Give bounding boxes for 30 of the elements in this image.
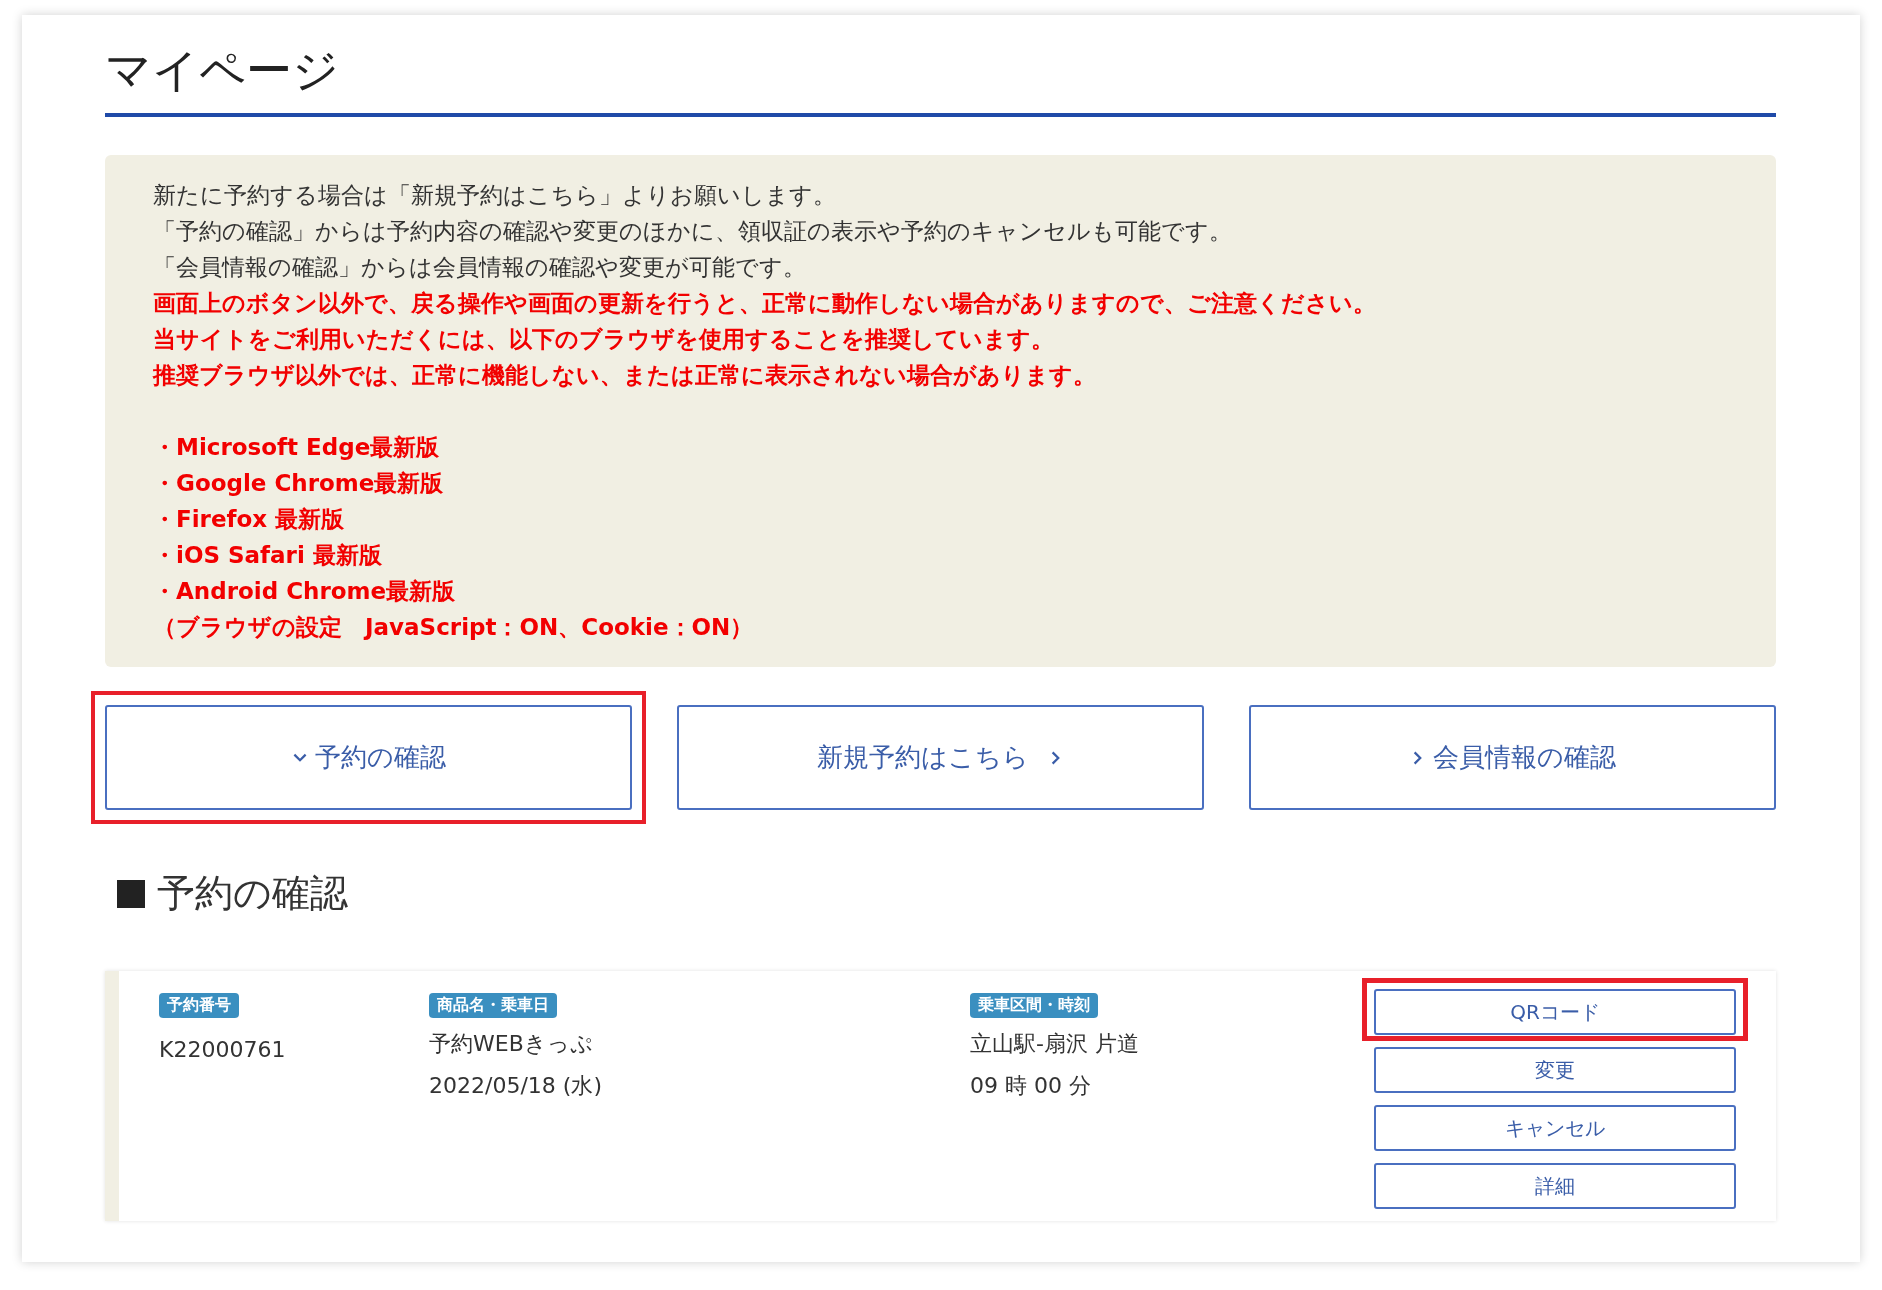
browser-item: ・Firefox 最新版 bbox=[153, 505, 346, 534]
field-label: 予約番号 bbox=[159, 993, 239, 1018]
page-title: マイページ bbox=[105, 15, 1776, 117]
action-button[interactable]: キャンセル bbox=[1374, 1105, 1736, 1151]
browser-item: ・Android Chrome最新版 bbox=[153, 577, 457, 606]
field-label: 商品名・乗車日 bbox=[429, 993, 557, 1018]
notice-text: 「予約の確認」からは予約内容の確認や変更のほかに、領収証の表示や予約のキャンセルも可能です。 bbox=[153, 217, 1233, 246]
field-value: K22000761 bbox=[159, 1036, 286, 1064]
nav-button[interactable]: 新規予約はこちら bbox=[677, 705, 1204, 810]
browser-item: ・Microsoft Edge最新版 bbox=[153, 433, 441, 462]
browser-item: ・Google Chrome最新版 bbox=[153, 469, 445, 498]
action-button[interactable]: QRコード bbox=[1374, 989, 1736, 1035]
notice-text: 「会員情報の確認」からは会員情報の確認や変更が可能です。 bbox=[153, 253, 807, 282]
browser-item: ・iOS Safari 最新版 bbox=[153, 541, 383, 570]
field-value: 09 時 00 分 bbox=[970, 1072, 1091, 1100]
warning-text: 当サイトをご利用いただくには、以下のブラウザを使用することを推奨しています。 bbox=[153, 325, 1055, 354]
notice-text: 新たに予約する場合は「新規予約はこちら」よりお願いします。 bbox=[153, 181, 837, 210]
action-button[interactable]: 詳細 bbox=[1374, 1163, 1736, 1209]
nav-button[interactable]: 会員情報の確認 bbox=[1249, 705, 1776, 810]
section-title: 予約の確認 bbox=[157, 870, 348, 917]
warning-text: 画面上のボタン以外で、戻る操作や画面の更新を行うと、正常に動作しない場合がありますので、ご注意ください。 bbox=[153, 289, 1377, 318]
warning-text: 推奨ブラウザ以外では、正常に機能しない、または正常に表示されない場合があります。 bbox=[153, 361, 1097, 390]
field-value: 2022/05/18 (水) bbox=[429, 1072, 602, 1100]
nav-button[interactable]: 予約の確認 bbox=[105, 705, 632, 810]
field-value: 予約WEBきっぷ bbox=[429, 1030, 593, 1058]
field-label: 乗車区間・時刻 bbox=[970, 993, 1098, 1018]
action-button[interactable]: 変更 bbox=[1374, 1047, 1736, 1093]
square-icon bbox=[117, 879, 145, 908]
field-value: 立山駅-扇沢 片道 bbox=[970, 1030, 1139, 1058]
browser-item: （ブラウザの設定 JavaScript：ON、Cookie：ON） bbox=[153, 613, 755, 642]
